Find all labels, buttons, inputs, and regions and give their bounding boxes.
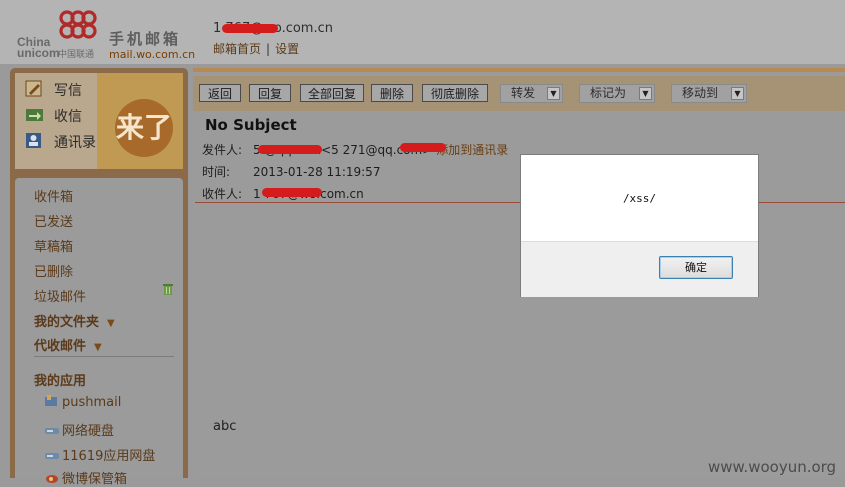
china-unicom-logo: China unicom 中国联通 手机邮箱 mail.wo.com.cn bbox=[16, 10, 196, 61]
alert-message: /xss/ bbox=[622, 192, 657, 205]
redaction-mark bbox=[262, 188, 322, 197]
my-folders-label: 我的文件夹 bbox=[34, 315, 100, 330]
top-links: 邮箱首页 | 设置 bbox=[213, 40, 299, 57]
unicom-knot-icon bbox=[59, 10, 97, 39]
settings-link[interactable]: 设置 bbox=[275, 42, 299, 56]
disk-icon bbox=[45, 428, 59, 434]
caret-down-icon: ▼ bbox=[94, 342, 102, 353]
app-network-disk-label: 网络硬盘 bbox=[62, 424, 115, 439]
from-row: 发件人: 5 @qq.com<5 271@qq.com> 添加到通讯录 bbox=[202, 141, 508, 158]
back-button[interactable]: 返回 bbox=[199, 84, 241, 102]
quick-actions-panel: 来了 写信 收信 通讯录 bbox=[15, 73, 183, 169]
wooyun-watermark: www.wooyun.org bbox=[708, 458, 837, 476]
folder-spam[interactable]: 垃圾邮件 bbox=[34, 286, 86, 305]
mailbox-home-link[interactable]: 邮箱首页 bbox=[213, 42, 261, 56]
chevron-down-icon: ▼ bbox=[547, 87, 560, 100]
caret-down-icon: ▼ bbox=[107, 318, 115, 329]
folder-deleted[interactable]: 已删除 bbox=[34, 261, 73, 280]
weibo-icon bbox=[46, 475, 58, 483]
delete-button[interactable]: 删除 bbox=[371, 84, 413, 102]
to-label: 收件人: bbox=[202, 187, 243, 201]
main-top-border bbox=[193, 68, 845, 72]
alert-dialog: /xss/ 确定 bbox=[520, 154, 759, 297]
move-to-dropdown[interactable]: 移动到 ▼ bbox=[671, 84, 747, 103]
message-body: abc bbox=[213, 419, 237, 434]
message-subject: No Subject bbox=[205, 116, 297, 134]
from-label: 发件人: bbox=[202, 143, 243, 157]
redaction-mark bbox=[222, 24, 278, 33]
app-pushmail-label: pushmail bbox=[62, 395, 122, 410]
time-row: 时间: 2013-01-28 11:19:57 bbox=[202, 163, 380, 180]
receive-label: 收信 bbox=[54, 109, 82, 125]
contacts-button[interactable]: 通讯录 bbox=[25, 132, 96, 154]
time-label: 时间: bbox=[202, 165, 231, 179]
compose-button[interactable]: 写信 bbox=[25, 80, 82, 102]
folder-inbox[interactable]: 收件箱 bbox=[34, 186, 73, 205]
time-value: 2013-01-28 11:19:57 bbox=[253, 165, 381, 179]
collected-mail-section[interactable]: 代收邮件 ▼ bbox=[34, 335, 102, 354]
app-url: mail.wo.com.cn bbox=[109, 48, 196, 61]
chevron-down-icon: ▼ bbox=[731, 87, 744, 100]
folder-nav: 收件箱 已发送 草稿箱 已删除 垃圾邮件 我的文件夹 ▼ 代收邮件 ▼ 我的应用 p… bbox=[15, 178, 183, 487]
folder-drafts[interactable]: 草稿箱 bbox=[34, 236, 73, 255]
my-folders-section[interactable]: 我的文件夹 ▼ bbox=[34, 311, 115, 330]
forward-dropdown[interactable]: 转发 ▼ bbox=[500, 84, 563, 103]
chevron-down-icon: ▼ bbox=[639, 87, 652, 100]
promo-banner-text: 来了 bbox=[115, 99, 173, 157]
pushmail-icon bbox=[45, 395, 57, 406]
my-apps-heading: 我的应用 bbox=[34, 374, 87, 389]
add-to-contacts-link[interactable]: 添加到通讯录 bbox=[436, 143, 508, 157]
message-toolbar: 返回 回复 全部回复 删除 彻底删除 转发 ▼ 标记为 ▼ 移动到 ▼ bbox=[193, 76, 845, 111]
disk-icon bbox=[45, 453, 59, 459]
app-weibo-box-label: 微博保管箱 bbox=[62, 472, 128, 487]
collected-mail-label: 代收邮件 bbox=[34, 339, 87, 354]
ok-button[interactable]: 确定 bbox=[659, 256, 733, 279]
mark-as-dropdown[interactable]: 标记为 ▼ bbox=[579, 84, 655, 103]
redaction-mark bbox=[400, 143, 446, 152]
nav-divider bbox=[34, 356, 174, 357]
alert-footer: 确定 bbox=[521, 241, 758, 297]
app-network-disk[interactable]: 网络硬盘 bbox=[45, 420, 114, 439]
app-title: 手机邮箱 bbox=[109, 30, 182, 48]
app-pushmail[interactable]: pushmail bbox=[45, 395, 121, 410]
app-cloud-disk-label: 11619应用网盘 bbox=[62, 449, 156, 464]
promo-banner: 来了 bbox=[97, 73, 183, 169]
link-separator: | bbox=[266, 42, 271, 56]
folder-sent[interactable]: 已发送 bbox=[34, 211, 73, 230]
inbox-arrow-icon bbox=[26, 109, 43, 121]
move-to-dropdown-label: 移动到 bbox=[682, 86, 719, 100]
mark-as-dropdown-label: 标记为 bbox=[590, 86, 627, 100]
contacts-label: 通讯录 bbox=[54, 135, 96, 151]
header: China unicom 中国联通 手机邮箱 mail.wo.com.cn 1 … bbox=[0, 0, 845, 64]
receive-button[interactable]: 收信 bbox=[25, 106, 82, 128]
forward-dropdown-label: 转发 bbox=[511, 86, 536, 100]
redaction-mark bbox=[258, 145, 322, 154]
compose-label: 写信 bbox=[54, 83, 82, 99]
pencil-icon bbox=[25, 80, 42, 97]
app-cloud-disk[interactable]: 11619应用网盘 bbox=[45, 445, 155, 464]
logo-unicom-text: unicom bbox=[17, 46, 60, 60]
trash-icon[interactable] bbox=[163, 283, 173, 295]
reply-all-button[interactable]: 全部回复 bbox=[300, 84, 364, 102]
logo-cn-text: 中国联通 bbox=[58, 50, 95, 60]
reply-button[interactable]: 回复 bbox=[249, 84, 291, 102]
delete-permanently-button[interactable]: 彻底删除 bbox=[422, 84, 488, 102]
contact-card-icon bbox=[26, 133, 41, 148]
